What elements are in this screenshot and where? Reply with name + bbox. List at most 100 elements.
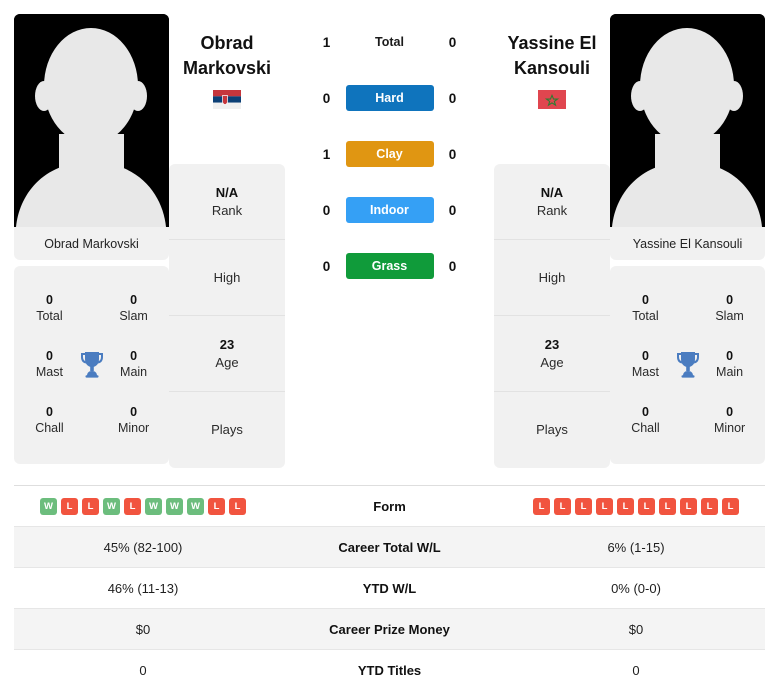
table-row-ytd-wl: 46% (11-13) YTD W/L 0% (0-0) — [14, 567, 765, 608]
left-form-badges: WLLWLWWWLL — [14, 497, 272, 515]
form-badge-l[interactable]: L — [124, 497, 141, 515]
right-trophy-icon-wrap — [671, 350, 704, 378]
surface-badge-hard[interactable]: Hard — [345, 85, 434, 111]
person-silhouette-icon — [14, 14, 169, 227]
form-badge-l[interactable]: L — [680, 497, 697, 515]
left-form-cell: WLLWLWWWLL — [14, 497, 282, 515]
left-rank-row: N/A Rank — [169, 164, 285, 240]
right-titles-slam: 0 Slam — [715, 292, 744, 323]
form-badge-w[interactable]: W — [187, 497, 204, 515]
form-badge-l[interactable]: L — [229, 497, 246, 515]
left-trophy-icon-wrap — [75, 350, 108, 378]
right-rank-row: N/A Rank — [494, 164, 610, 240]
h2h-row-clay: 1 Clay 0 — [305, 126, 475, 182]
right-age-row: 23 Age — [494, 316, 610, 392]
row-label-career-prize-money: Career Prize Money — [329, 621, 450, 637]
left-stats-card: N/A Rank High 23 Age Plays — [169, 164, 285, 468]
form-badge-l[interactable]: L — [208, 497, 225, 515]
form-badge-l[interactable]: L — [617, 497, 634, 515]
surface-badge-clay[interactable]: Clay — [345, 141, 434, 167]
right-career-prize-money: $0 — [628, 621, 644, 637]
left-player-header: Obrad Markovski — [169, 14, 285, 164]
row-label-ytd-wl: YTD W/L — [362, 580, 417, 596]
trophy-icon — [676, 352, 699, 378]
left-player-column: Obrad Markovski 0 Total 0 Slam 0 Mast 0 … — [14, 14, 169, 464]
form-badge-l[interactable]: L — [575, 497, 592, 515]
morocco-flag — [538, 90, 566, 109]
h2h-hard-left-score: 0 — [322, 90, 331, 106]
left-titles-total: 0 Total — [36, 292, 63, 323]
row-label-ytd-titles: YTD Titles — [357, 662, 422, 678]
form-badge-l[interactable]: L — [701, 497, 718, 515]
right-player-column: Yassine El Kansouli 0 Total 0 Slam 0 Mas… — [610, 14, 765, 464]
row-label-career-total-wl: Career Total W/L — [338, 539, 441, 555]
right-ytd-wl: 0% (0-0) — [611, 580, 661, 596]
h2h-grass-left-score: 0 — [322, 258, 331, 274]
left-titles-row-2: 0 Mast 0 Main — [14, 336, 169, 392]
form-badge-w[interactable]: W — [166, 497, 183, 515]
player-comparison-page: Obrad Markovski 0 Total 0 Slam 0 Mast 0 … — [0, 0, 779, 699]
right-form-badges: LLLLLLLLLL — [507, 497, 765, 515]
left-ytd-titles: 0 — [139, 662, 147, 678]
right-high-row: High — [494, 240, 610, 316]
h2h-total-left-score: 1 — [322, 34, 331, 50]
right-career-total-wl: 6% (1-15) — [607, 539, 665, 555]
form-badge-l[interactable]: L — [82, 497, 99, 515]
left-titles-main: 0 Main — [120, 348, 148, 379]
left-titles-slam: 0 Slam — [119, 292, 148, 323]
surface-badge-grass[interactable]: Grass — [345, 253, 434, 279]
table-row-ytd-titles: 0 YTD Titles 0 — [14, 649, 765, 690]
left-titles-minor: 0 Minor — [117, 404, 150, 435]
table-row-form: WLLWLWWWLL Form LLLLLLLLLL — [14, 485, 765, 526]
form-badge-w[interactable]: W — [145, 497, 162, 515]
form-badge-l[interactable]: L — [554, 497, 571, 515]
row-label-form: Form — [373, 498, 406, 514]
trophy-icon — [80, 352, 103, 378]
left-player-name-strip: Obrad Markovski — [14, 227, 169, 260]
form-badge-l[interactable]: L — [638, 497, 655, 515]
right-player-name-strip: Yassine El Kansouli — [610, 227, 765, 260]
h2h-row-total: 1 Total 0 — [305, 14, 475, 70]
form-badge-l[interactable]: L — [659, 497, 676, 515]
right-ytd-titles: 0 — [632, 662, 640, 678]
h2h-grass-right-score: 0 — [448, 258, 457, 274]
left-titles-row-1: 0 Total 0 Slam — [14, 280, 169, 336]
comparison-table: WLLWLWWWLL Form LLLLLLLLLL 45% (82-100) … — [14, 485, 765, 690]
h2h-clay-left-score: 1 — [322, 146, 331, 162]
person-silhouette-icon — [610, 14, 765, 227]
head-to-head-column: 1 Total 0 0 Hard 0 1 Clay 0 0 Indoor 0 0 — [285, 14, 494, 294]
right-plays-row: Plays — [536, 422, 568, 437]
left-titles-masters: 0 Mast — [35, 348, 63, 379]
h2h-total-right-score: 0 — [448, 34, 457, 50]
form-badge-l[interactable]: L — [722, 497, 739, 515]
form-badge-l[interactable]: L — [596, 497, 613, 515]
surface-badge-indoor[interactable]: Indoor — [345, 197, 434, 223]
left-info-column: Obrad Markovski N/A Rank High 23 Age Pla… — [169, 14, 285, 468]
form-badge-w[interactable]: W — [40, 497, 57, 515]
serbia-flag — [213, 90, 241, 109]
left-titles-row-3: 0 Chall 0 Minor — [14, 392, 169, 448]
h2h-clay-right-score: 0 — [448, 146, 457, 162]
h2h-row-grass: 0 Grass 0 — [305, 238, 475, 294]
right-titles-total: 0 Total — [632, 292, 659, 323]
right-player-header: Yassine El Kansouli — [494, 14, 610, 164]
form-badge-w[interactable]: W — [103, 497, 120, 515]
right-titles-minor: 0 Minor — [713, 404, 746, 435]
right-titles-main: 0 Main — [716, 348, 744, 379]
right-titles-challenger: 0 Chall — [631, 404, 660, 435]
left-ytd-wl: 46% (11-13) — [107, 580, 179, 596]
right-titles-row-3: 0 Chall 0 Minor — [610, 392, 765, 448]
h2h-row-hard: 0 Hard 0 — [305, 70, 475, 126]
right-titles-row-2: 0 Mast 0 Main — [610, 336, 765, 392]
left-titles-challenger: 0 Chall — [35, 404, 64, 435]
form-badge-l[interactable]: L — [61, 497, 78, 515]
right-player-name: Yassine El Kansouli — [507, 33, 597, 78]
right-info-column: Yassine El Kansouli N/A Rank High 23 Age… — [494, 14, 610, 468]
right-player-avatar — [610, 14, 765, 227]
left-career-total-wl: 45% (82-100) — [103, 539, 183, 555]
form-badge-l[interactable]: L — [533, 497, 550, 515]
table-row-career-total-wl: 45% (82-100) Career Total W/L 6% (1-15) — [14, 526, 765, 567]
h2h-indoor-left-score: 0 — [322, 202, 331, 218]
h2h-row-indoor: 0 Indoor 0 — [305, 182, 475, 238]
right-stats-card: N/A Rank High 23 Age Plays — [494, 164, 610, 468]
